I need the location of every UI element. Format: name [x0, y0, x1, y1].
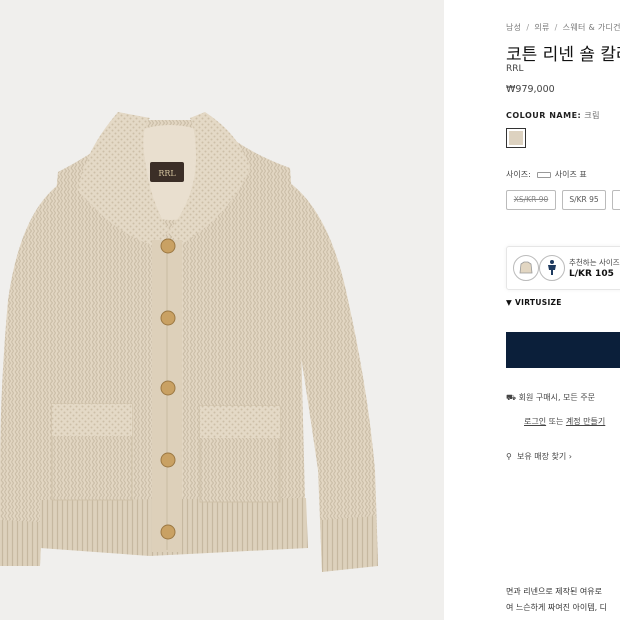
- product-title: 코튼 리넨 숄 칼라: [506, 45, 620, 65]
- svg-text:RRL: RRL: [158, 169, 176, 178]
- breadcrumb-item-sweaters[interactable]: 스웨터 & 가디건: [563, 23, 620, 32]
- body-icon: [539, 255, 565, 281]
- size-guide-link[interactable]: 사이즈 표: [555, 170, 587, 179]
- product-info-panel: 남성 / 의류 / 스웨터 & 가디건 코튼 리넨 숄 칼라 RRL ₩979,000 …: [444, 0, 620, 620]
- location-pin-icon: ⚲: [506, 452, 512, 461]
- breadcrumb-item-men[interactable]: 남성: [506, 23, 521, 32]
- virtusize-logo: ▼ VIRTUSIZE: [506, 298, 562, 307]
- sweater-icon: [513, 255, 539, 281]
- product-description: 면과 리넨으로 제작된 여유로 여 느슨하게 짜여진 아이템, 디: [506, 584, 607, 616]
- or-text: 또는: [548, 417, 564, 426]
- colour-name-value: 크림: [584, 111, 600, 120]
- product-brand[interactable]: RRL: [506, 64, 524, 74]
- create-account-link[interactable]: 계정 만들기: [566, 417, 605, 426]
- virtusize-recommendation[interactable]: 추천하는 사이즈 L/KR 105: [506, 246, 620, 290]
- breadcrumb-item-clothing[interactable]: 의류: [534, 23, 549, 32]
- size-option-m[interactable]: [612, 190, 620, 210]
- colour-swatch-cream[interactable]: [506, 128, 526, 148]
- shipping-text: 회원 구매시, 모든 주문: [518, 393, 596, 402]
- chevron-right-icon: ›: [568, 452, 572, 461]
- colour-name-label: COLOUR NAME:: [506, 111, 582, 120]
- shipping-info: ⛟ 회원 구매시, 모든 주문: [506, 392, 595, 403]
- size-option-xs[interactable]: XS/KR 90: [506, 190, 556, 210]
- size-label: 사이즈:: [506, 170, 531, 179]
- store-locator-label: 보유 매장 찾기: [516, 452, 567, 461]
- colour-name: COLOUR NAME: 크림: [506, 110, 600, 121]
- description-line-1: 면과 리넨으로 제작된 여유로: [506, 587, 602, 596]
- breadcrumb: 남성 / 의류 / 스웨터 & 가디건: [506, 23, 620, 32]
- virtusize-v-icon: ▼: [506, 298, 513, 307]
- product-image[interactable]: RRL: [0, 0, 444, 620]
- recommendation-label: 추천하는 사이즈: [569, 258, 620, 267]
- product-price: ₩979,000: [506, 84, 555, 95]
- store-locator-link[interactable]: ⚲ 보유 매장 찾기 ›: [506, 451, 572, 462]
- truck-icon: ⛟: [506, 393, 517, 402]
- add-to-bag-button[interactable]: [506, 332, 620, 368]
- cardigan-image: RRL: [0, 112, 378, 572]
- size-option-s[interactable]: S/KR 95: [562, 190, 606, 210]
- recommended-size: L/KR 105: [569, 269, 614, 279]
- description-line-2: 여 느슨하게 짜여진 아이템, 디: [506, 603, 608, 612]
- account-links: 로그인 또는 계정 만들기: [524, 416, 605, 427]
- size-header: 사이즈: 사이즈 표: [506, 169, 587, 180]
- login-link[interactable]: 로그인: [524, 417, 546, 426]
- ruler-icon: [536, 171, 551, 178]
- virtusize-label: VIRTUSIZE: [515, 298, 562, 307]
